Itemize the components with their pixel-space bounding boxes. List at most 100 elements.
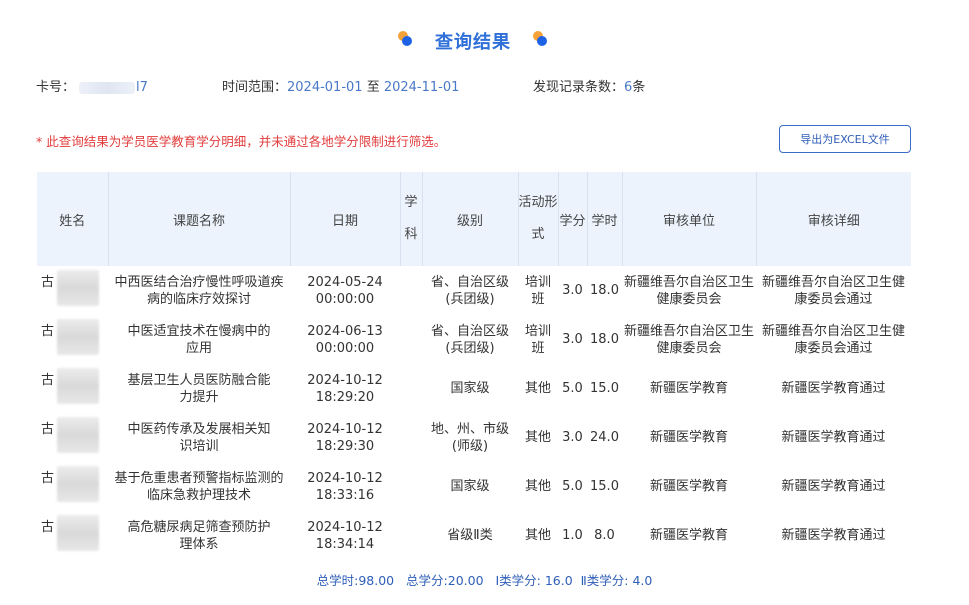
- card-number-suffix: l7: [136, 80, 148, 95]
- page-title: 查询结果: [435, 32, 511, 53]
- table-row: 古 中医适宜技术在慢病中的应用 2024-06-13 00:00:00 省、自治…: [37, 315, 911, 364]
- cell-review-unit: 新疆医学教育: [649, 430, 728, 445]
- cell-course: 中西医结合治疗慢性呼吸道疾病的临床疗效探讨: [114, 274, 284, 307]
- name-mask: [57, 417, 99, 453]
- table-row: 古 高危糖尿病足筛查预防护理体系 2024-10-12 18:34:14 省级Ⅱ…: [37, 511, 911, 560]
- cell-course: 高危糖尿病足筛查预防护理体系: [127, 519, 271, 552]
- header-subject-line1: 学: [404, 195, 418, 210]
- cell-credit: 3.0: [562, 332, 583, 347]
- cell-date: 2024-06-13 00:00:00: [307, 323, 383, 356]
- header-activity-line2: 式: [531, 227, 545, 242]
- cell-activity: 培训班: [524, 323, 551, 356]
- name-mask: [57, 270, 99, 306]
- cell-level: 地、州、市级(师级): [430, 421, 509, 454]
- export-excel-button[interactable]: 导出为EXCEL文件: [779, 125, 911, 153]
- cell-date: 2024-10-12 18:34:14: [307, 519, 383, 552]
- cell-name: 古: [37, 462, 108, 511]
- cell-subject: [400, 315, 422, 364]
- header-date: 日期: [290, 172, 401, 266]
- time-range-label: 时间范围：: [222, 80, 288, 95]
- header-name: 姓名: [37, 172, 109, 266]
- credit-table: 姓名 课题名称 日期 学科 级别 活动形式 学分 学时 审核单位 审核详细 古 …: [37, 172, 911, 560]
- cell-review-unit: 新疆维吾尔自治区卫生健康委员会: [624, 274, 755, 307]
- cell-hours: 18.0: [590, 332, 619, 347]
- cell-subject: [400, 413, 422, 462]
- cell-credit: 1.0: [562, 528, 583, 543]
- name-mask: [57, 368, 99, 404]
- card-number-masked: [79, 81, 136, 94]
- cell-course: 中医适宜技术在慢病中的应用: [127, 323, 271, 356]
- cell-hours: 15.0: [590, 381, 619, 396]
- name-mask: [57, 515, 99, 551]
- header-credit: 学分: [558, 172, 588, 266]
- card-number-label: 卡号：: [36, 80, 76, 95]
- dot-decoration-icon: [533, 31, 547, 46]
- cell-review-unit: 新疆医学教育: [649, 479, 728, 494]
- cell-review-unit: 新疆医学教育: [649, 381, 728, 396]
- cell-review-detail: 新疆医学教育通过: [781, 479, 886, 494]
- cell-name: 古: [37, 315, 108, 364]
- cell-name: 古: [37, 364, 108, 413]
- header-activity: 活动形式: [518, 172, 559, 266]
- time-range-end: 2024-11-01: [383, 80, 460, 95]
- cell-name: 古: [37, 413, 108, 462]
- cell-hours: 24.0: [590, 430, 619, 445]
- cell-subject: [400, 364, 422, 413]
- card-number-info: 卡号： l7: [36, 76, 148, 95]
- cell-date: 2024-10-12 18:33:16: [307, 470, 383, 503]
- cell-review-unit: 新疆维吾尔自治区卫生健康委员会: [624, 323, 755, 356]
- cell-level: 国家级: [450, 479, 490, 494]
- table-header-row: 姓名 课题名称 日期 学科 级别 活动形式 学分 学时 审核单位 审核详细: [37, 172, 911, 266]
- table-row: 古 中西医结合治疗慢性呼吸道疾病的临床疗效探讨 2024-05-24 00:00…: [37, 266, 911, 315]
- cell-date: 2024-10-12 18:29:20: [307, 372, 383, 405]
- cell-activity: 其他: [524, 479, 551, 494]
- record-count-info: 发现记录条数：6条: [533, 76, 645, 95]
- cell-activity: 其他: [524, 528, 551, 543]
- filter-notice: * 此查询结果为学员医学教育学分明细，并未通过各地学分限制进行筛选。: [36, 134, 447, 149]
- cell-course: 基于危重患者预警指标监测的临床急救护理技术: [114, 470, 284, 503]
- cell-date: 2024-05-24 00:00:00: [307, 274, 383, 307]
- cell-course: 基层卫生人员医防融合能力提升: [127, 372, 271, 405]
- time-range-separator: 至: [362, 80, 384, 95]
- time-range-start: 2024-01-01: [287, 80, 363, 95]
- header-activity-line1: 活动形: [518, 195, 558, 210]
- cell-hours: 8.0: [594, 528, 615, 543]
- cell-activity: 其他: [524, 430, 551, 445]
- cell-review-unit: 新疆医学教育: [649, 528, 728, 543]
- cell-level: 省、自治区级(兵团级): [430, 323, 509, 356]
- cell-credit: 3.0: [562, 283, 583, 298]
- header-level: 级别: [422, 172, 519, 266]
- cell-level: 省、自治区级(兵团级): [430, 274, 509, 307]
- table-row: 古 基层卫生人员医防融合能力提升 2024-10-12 18:29:20 国家级…: [37, 364, 911, 413]
- cell-review-detail: 新疆维吾尔自治区卫生健康委员会通过: [761, 323, 905, 356]
- cell-review-detail: 新疆维吾尔自治区卫生健康委员会通过: [761, 274, 905, 307]
- header-subject-line2: 科: [404, 227, 418, 242]
- record-count-label: 发现记录条数：: [533, 80, 625, 95]
- totals-summary: 总学时:98.00 总学分:20.00 Ⅰ类学分: 16.0 Ⅱ类学分: 4.0: [316, 573, 653, 588]
- cell-date: 2024-10-12 18:29:30: [307, 421, 383, 454]
- header-review-detail: 审核详细: [756, 172, 911, 266]
- dot-decoration-icon: [398, 31, 412, 46]
- cell-hours: 15.0: [590, 479, 619, 494]
- cell-review-detail: 新疆医学教育通过: [781, 381, 886, 396]
- cell-name: 古: [37, 511, 108, 560]
- header-course: 课题名称: [108, 172, 291, 266]
- cell-activity: 其他: [524, 381, 551, 396]
- time-range-info: 时间范围：2024-01-01 至 2024-11-01: [222, 76, 459, 95]
- cell-review-detail: 新疆医学教育通过: [781, 528, 886, 543]
- header-subject: 学科: [400, 172, 423, 266]
- header-hours: 学时: [587, 172, 623, 266]
- cell-review-detail: 新疆医学教育通过: [781, 430, 886, 445]
- cell-name: 古: [37, 266, 108, 315]
- record-count-unit: 条: [632, 80, 646, 95]
- cell-credit: 5.0: [562, 479, 583, 494]
- name-mask: [57, 319, 99, 355]
- cell-credit: 5.0: [562, 381, 583, 396]
- cell-activity: 培训班: [524, 274, 551, 307]
- cell-subject: [400, 266, 422, 315]
- cell-subject: [400, 462, 422, 511]
- table-row: 古 基于危重患者预警指标监测的临床急救护理技术 2024-10-12 18:33…: [37, 462, 911, 511]
- cell-subject: [400, 511, 422, 560]
- page-header: 查询结果: [0, 28, 969, 53]
- table-row: 古 中医药传承及发展相关知识培训 2024-10-12 18:29:30 地、州…: [37, 413, 911, 462]
